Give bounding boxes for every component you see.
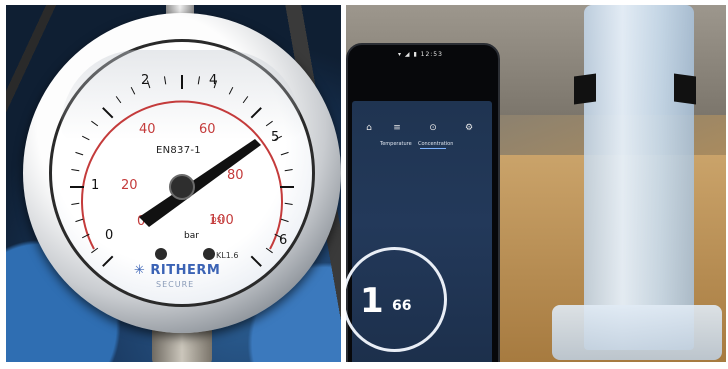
phone-screen: ⌂ ≡ ⊙ ⚙ Temperature Concentration 1 66	[346, 101, 492, 362]
scale-inner-80: 80	[227, 168, 244, 183]
scale-inner-40: 40	[139, 122, 156, 137]
scale-outer-0: 0	[105, 228, 113, 243]
gauge-ticks	[70, 75, 294, 267]
gauge-tick	[81, 135, 90, 141]
brand-logo: ✳ RITHERM	[134, 263, 221, 278]
gauge-tick	[265, 120, 273, 127]
scale-outer-4: 4	[209, 73, 217, 88]
bottle-clip-left	[574, 73, 596, 105]
tab-settings-icon[interactable]: ⚙	[464, 123, 474, 133]
gauge-tick	[284, 202, 293, 206]
gauge-tick	[163, 76, 167, 85]
gauge-tick	[75, 151, 84, 156]
tab-temperature-label[interactable]: Temperature	[380, 141, 412, 147]
tab-concentration-icon[interactable]: ⊙	[428, 123, 438, 133]
gauge-tick	[102, 255, 114, 267]
scale-outer-2: 2	[141, 73, 149, 88]
reading-decimal: 66	[392, 298, 412, 314]
plastic-bottle	[584, 5, 694, 350]
gauge-unit-psi: psi	[211, 215, 224, 225]
scale-inner-60: 60	[199, 122, 216, 137]
gauge-unit-bar: bar	[184, 231, 199, 241]
gauge-tick	[71, 168, 80, 172]
gauge-tick	[91, 247, 99, 254]
gauge-tick	[71, 202, 80, 206]
gauge-tick	[115, 96, 122, 104]
status-bar: ▾ ◢ ▮ 12:53	[398, 51, 443, 58]
tab-concentration-label[interactable]: Concentration	[418, 141, 453, 147]
gauge-tick	[280, 151, 289, 156]
screw-right	[203, 248, 215, 260]
gauge-tick	[284, 168, 293, 172]
gauge-accuracy: KL1.6	[216, 251, 239, 260]
gauge-tick	[91, 120, 99, 127]
gauge-tick	[250, 107, 262, 119]
phone: ▾ ◢ ▮ 12:53 ⌂ ≡ ⊙ ⚙ Temperature Concentr…	[346, 43, 500, 362]
scale-outer-5: 5	[271, 130, 279, 145]
scale-outer-6: 6	[279, 233, 287, 248]
reading-value: 1	[360, 281, 384, 321]
bottle-clip-right	[674, 73, 696, 105]
gauge-tick	[242, 96, 249, 104]
tab-home-icon[interactable]: ⌂	[364, 123, 374, 133]
brand-subtitle: SECURE	[156, 280, 195, 289]
brand-name: RITHERM	[150, 263, 221, 278]
gauge-tick	[130, 86, 136, 95]
phone-photo-panel: ▾ ◢ ▮ 12:53 ⌂ ≡ ⊙ ⚙ Temperature Concentr…	[346, 5, 726, 362]
gauge-tick	[265, 247, 273, 254]
gauge-tick	[228, 86, 234, 95]
gauge-tick	[250, 255, 262, 267]
active-tab-indicator	[420, 148, 446, 149]
tab-temperature-icon[interactable]: ≡	[392, 123, 402, 133]
gauge-photo-panel: 0 1 2 4 5 6 0 20 40 60 80 100 EN837-1 ps…	[6, 5, 341, 362]
bottle-base	[552, 305, 722, 360]
gauge-tick	[75, 218, 84, 223]
screw-left	[155, 248, 167, 260]
gauge-tick	[280, 218, 289, 223]
scale-inner-20: 20	[121, 178, 138, 193]
gauge-model-label: EN837-1	[156, 145, 201, 156]
gauge-tick	[102, 107, 114, 119]
scale-outer-1: 1	[91, 178, 99, 193]
gauge-tick	[197, 76, 201, 85]
needle-hub	[169, 174, 195, 200]
